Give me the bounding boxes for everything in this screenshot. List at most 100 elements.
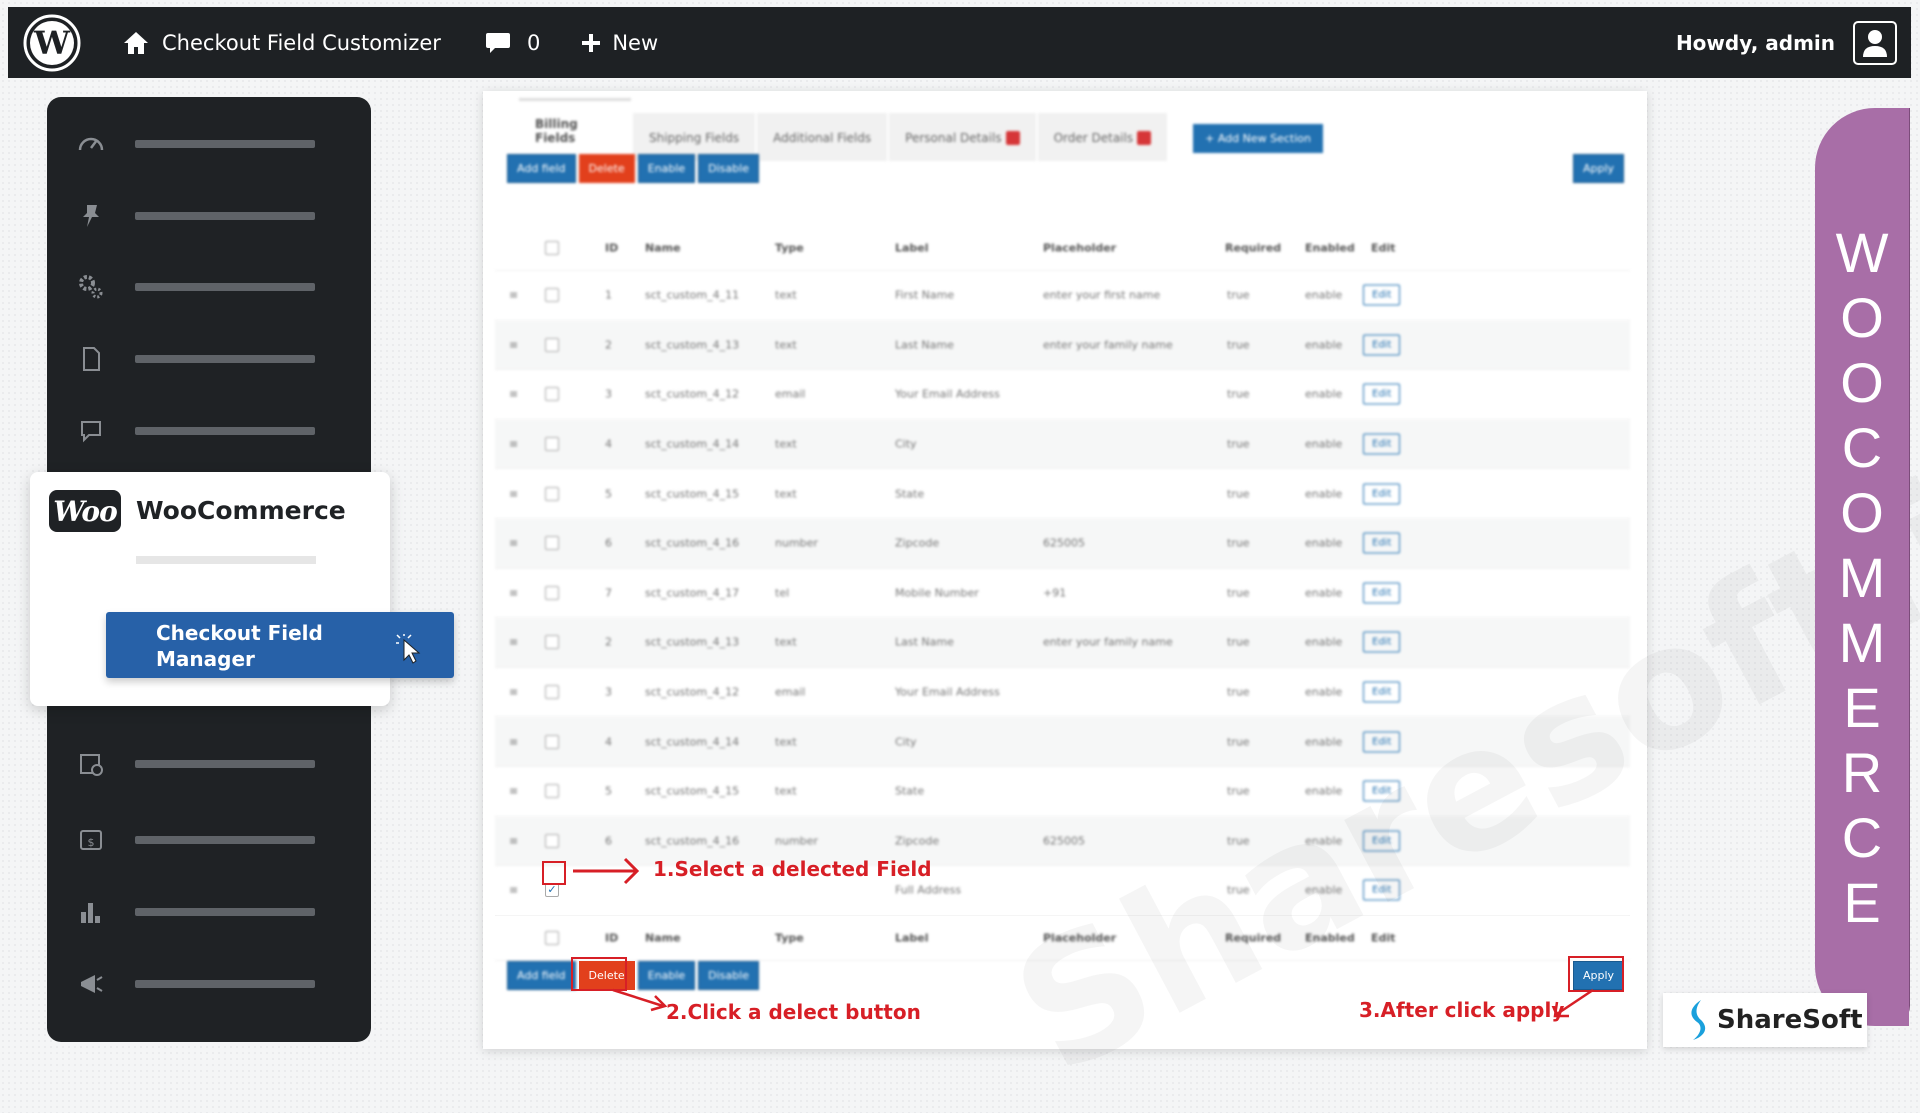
drag-handle-icon[interactable]: ≡: [509, 487, 518, 500]
table-row[interactable]: ≡ 4 sct_custom_4_14 text City true enable Edit: [495, 419, 1630, 470]
row-checkbox[interactable]: [545, 734, 559, 749]
edit-button[interactable]: Edit: [1363, 681, 1401, 703]
drag-handle-icon[interactable]: ≡: [509, 338, 518, 351]
tab-additional[interactable]: Additional Fields: [757, 113, 888, 161]
edit-button[interactable]: Edit: [1363, 830, 1401, 852]
row-checkbox[interactable]: [545, 437, 559, 452]
edit-button[interactable]: Edit: [1363, 879, 1401, 901]
col-type: Type: [775, 931, 804, 945]
table-row[interactable]: ≡ 1 sct_custom_4_11 text First Name enter you…: [495, 271, 1630, 321]
woo-menu-title[interactable]: WooCommerce: [136, 496, 346, 525]
sidebar-item-analytics[interactable]: [47, 890, 371, 930]
disable-button[interactable]: Disable: [698, 154, 759, 183]
site-name-link[interactable]: Checkout Field Customizer: [122, 30, 441, 56]
row-checkbox[interactable]: [545, 337, 559, 352]
table-row[interactable]: ≡ 4 sct_custom_4_14 text City true enable Edit: [495, 717, 1630, 767]
drag-handle-icon[interactable]: ≡: [509, 884, 518, 897]
row-checkbox[interactable]: [545, 784, 559, 799]
sidebar-item-pages[interactable]: [47, 337, 371, 377]
svg-text:W: W: [33, 24, 71, 62]
new-content-link[interactable]: New: [582, 31, 658, 55]
drag-handle-icon[interactable]: ≡: [509, 735, 518, 748]
sidebar-item-settings[interactable]: [47, 265, 371, 305]
tab-order[interactable]: Order Details: [1037, 112, 1168, 161]
remove-tab-badge[interactable]: [1137, 131, 1152, 145]
sidebar-item-dashboard[interactable]: [47, 122, 371, 162]
user-avatar[interactable]: [1853, 20, 1897, 65]
enable-button-bottom[interactable]: Enable: [637, 961, 696, 990]
delete-button[interactable]: Delete: [578, 154, 635, 183]
plus-icon: [582, 33, 601, 52]
row-checkbox[interactable]: ✓: [545, 883, 559, 898]
cell-enabled: enable: [1305, 338, 1343, 352]
drag-handle-icon[interactable]: ≡: [509, 586, 518, 599]
select-all-checkbox[interactable]: [545, 930, 559, 945]
edit-button[interactable]: Edit: [1363, 383, 1401, 405]
site-name-label: Checkout Field Customizer: [162, 30, 441, 55]
banner-letter: M: [1838, 611, 1886, 674]
howdy-label[interactable]: Howdy, admin: [1676, 31, 1835, 55]
edit-button[interactable]: Edit: [1363, 483, 1401, 505]
cell-required: true: [1227, 437, 1250, 451]
drag-handle-icon[interactable]: ≡: [509, 834, 518, 847]
edit-button[interactable]: Edit: [1363, 334, 1401, 356]
edit-button[interactable]: Edit: [1363, 582, 1401, 604]
drag-handle-icon[interactable]: ≡: [509, 686, 518, 699]
row-checkbox[interactable]: [545, 585, 559, 600]
sharesoft-logo-icon: [1691, 1000, 1706, 1040]
sidebar-item-payments[interactable]: $: [47, 818, 371, 858]
cell-enabled: enable: [1305, 883, 1343, 897]
edit-button[interactable]: Edit: [1363, 780, 1401, 802]
sidebar-item-comments[interactable]: [47, 409, 371, 449]
apply-button-top[interactable]: Apply: [1573, 154, 1625, 183]
wordpress-logo-icon[interactable]: W: [22, 13, 82, 73]
drag-handle-icon[interactable]: ≡: [509, 537, 518, 550]
row-checkbox[interactable]: [545, 536, 559, 551]
drag-handle-icon[interactable]: ≡: [509, 289, 518, 302]
drag-handle-icon[interactable]: ≡: [509, 438, 518, 451]
row-checkbox[interactable]: [545, 486, 559, 501]
row-checkbox[interactable]: [545, 387, 559, 402]
edit-button[interactable]: Edit: [1363, 433, 1401, 455]
row-checkbox[interactable]: [545, 635, 559, 650]
row-checkbox[interactable]: [545, 288, 559, 303]
comment-bubble-icon: [485, 32, 510, 53]
checkout-field-manager-menu-item[interactable]: Checkout Field Manager: [106, 612, 454, 678]
enable-button[interactable]: Enable: [637, 154, 696, 183]
table-row[interactable]: ≡ 5 sct_custom_4_15 text State true enable Edit: [495, 469, 1630, 519]
edit-button[interactable]: Edit: [1363, 631, 1401, 653]
sidebar-item-marketing[interactable]: [47, 962, 371, 1002]
table-row[interactable]: ≡ 2 sct_custom_4_13 text Last Name enter your…: [495, 618, 1630, 668]
edit-button[interactable]: Edit: [1363, 284, 1401, 306]
checkbox-highlight-box: [542, 861, 566, 885]
cell-id: 2: [605, 338, 612, 352]
table-row[interactable]: ≡ 3 sct_custom_4_12 email Your Email Address…: [495, 668, 1630, 718]
row-checkbox[interactable]: [545, 833, 559, 848]
edit-button[interactable]: Edit: [1363, 731, 1401, 753]
table-row[interactable]: ≡ 5 sct_custom_4_15 text State true enable Edit: [495, 767, 1630, 817]
remove-tab-badge[interactable]: [1005, 131, 1020, 145]
edit-button[interactable]: Edit: [1363, 532, 1401, 554]
add-new-section-button[interactable]: + Add New Section: [1193, 124, 1323, 153]
sidebar-item-products[interactable]: [47, 742, 371, 782]
drag-handle-icon[interactable]: ≡: [509, 636, 518, 649]
table-row[interactable]: ≡ 7 sct_custom_4_17 tel Mobile Number +91 true…: [495, 569, 1630, 619]
disable-button-bottom[interactable]: Disable: [698, 961, 759, 990]
sidebar-item-posts[interactable]: [47, 194, 371, 234]
cell-placeholder: 625005: [1043, 536, 1085, 550]
comments-link[interactable]: 0: [485, 31, 540, 55]
select-all-checkbox[interactable]: [545, 241, 559, 255]
drag-handle-icon[interactable]: ≡: [509, 388, 518, 401]
add-field-button-bottom[interactable]: Add field: [507, 961, 576, 990]
cell-required: true: [1227, 635, 1250, 649]
table-row[interactable]: ≡ 3 sct_custom_4_12 email Your Email Address…: [495, 370, 1630, 420]
new-label: New: [612, 30, 659, 55]
row-checkbox[interactable]: [545, 685, 559, 700]
table-row[interactable]: ≡ 6 sct_custom_4_16 number Zipcode 625005 true…: [495, 518, 1630, 569]
add-field-button[interactable]: Add field: [507, 154, 576, 183]
tab-billing[interactable]: Billing Fields: [519, 98, 631, 161]
table-row[interactable]: ≡ 2 sct_custom_4_13 text Last Name enter your…: [495, 320, 1630, 371]
col-label: Label: [895, 241, 929, 255]
drag-handle-icon[interactable]: ≡: [509, 785, 518, 798]
tab-personal[interactable]: Personal Details: [889, 112, 1036, 161]
